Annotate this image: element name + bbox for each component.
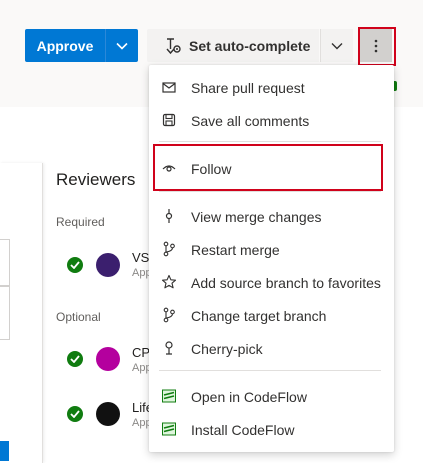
menu-item-view-merge-changes[interactable]: View merge changes [149, 200, 394, 233]
menu-item-label: View merge changes [191, 208, 322, 225]
menu-item-label: Open in CodeFlow [191, 388, 307, 405]
avatar[interactable] [96, 402, 120, 426]
menu-item-label: Install CodeFlow [191, 421, 295, 438]
menu-separator [159, 141, 381, 142]
menu-item-label: Save all comments [191, 112, 310, 129]
follow-highlight [153, 144, 383, 191]
chevron-down-icon [116, 42, 128, 50]
mail-icon [161, 79, 177, 95]
menu-item-cherry-pick[interactable]: Cherry-pick [149, 332, 394, 365]
menu-item-share-pull-request[interactable]: Share pull request [149, 71, 394, 104]
menu-item-save-all-comments[interactable]: Save all comments [149, 104, 394, 137]
set-auto-complete-button[interactable]: Set auto-complete [147, 29, 319, 62]
reviewers-title: Reviewers [56, 170, 136, 189]
avatar[interactable] [96, 253, 120, 277]
menu-item-change-target-branch[interactable]: Change target branch [149, 299, 394, 332]
approved-check-icon [67, 257, 83, 273]
menu-item-install-codeflow[interactable]: Install CodeFlow [149, 413, 394, 446]
required-group-label: Required [56, 215, 105, 229]
more-actions-menu: Share pull request Save all comments Fol… [149, 65, 394, 452]
left-primary-button[interactable] [0, 441, 9, 461]
codeflow-icon [161, 421, 177, 437]
menu-item-label: Add source branch to favorites [191, 274, 381, 291]
optional-group-label: Optional [56, 310, 101, 324]
menu-item-label: Change target branch [191, 307, 327, 324]
star-icon [161, 274, 177, 290]
codeflow-icon [161, 388, 177, 404]
more-actions-highlight [358, 27, 396, 66]
approved-check-icon [67, 351, 83, 367]
menu-item-label: Cherry-pick [191, 340, 263, 357]
auto-complete-dropdown-button[interactable] [320, 29, 353, 62]
menu-item-restart-merge[interactable]: Restart merge [149, 233, 394, 266]
menu-item-add-source-branch-to-favorites[interactable]: Add source branch to favorites [149, 266, 394, 299]
menu-item-label: Share pull request [191, 79, 305, 96]
approve-dropdown-button[interactable] [105, 29, 138, 62]
menu-item-label: Restart merge [191, 241, 280, 258]
menu-separator [159, 370, 381, 371]
avatar[interactable] [96, 347, 120, 371]
reviewer-name[interactable]: CP [132, 345, 150, 360]
commit-icon [161, 208, 177, 224]
chevron-down-icon [331, 42, 343, 49]
menu-separator [159, 191, 381, 192]
reviewer-name[interactable]: VS [132, 250, 149, 265]
auto-complete-icon [164, 37, 182, 55]
save-icon [161, 112, 177, 128]
approve-button[interactable]: Approve [25, 29, 105, 62]
branch-icon [161, 241, 177, 257]
left-field[interactable] [0, 286, 10, 340]
branch-icon [161, 307, 177, 323]
set-auto-complete-label: Set auto-complete [189, 37, 311, 54]
cherry-pick-icon [161, 340, 177, 356]
menu-item-open-in-codeflow[interactable]: Open in CodeFlow [149, 380, 394, 413]
approved-check-icon [67, 406, 83, 422]
left-field[interactable] [0, 239, 10, 286]
